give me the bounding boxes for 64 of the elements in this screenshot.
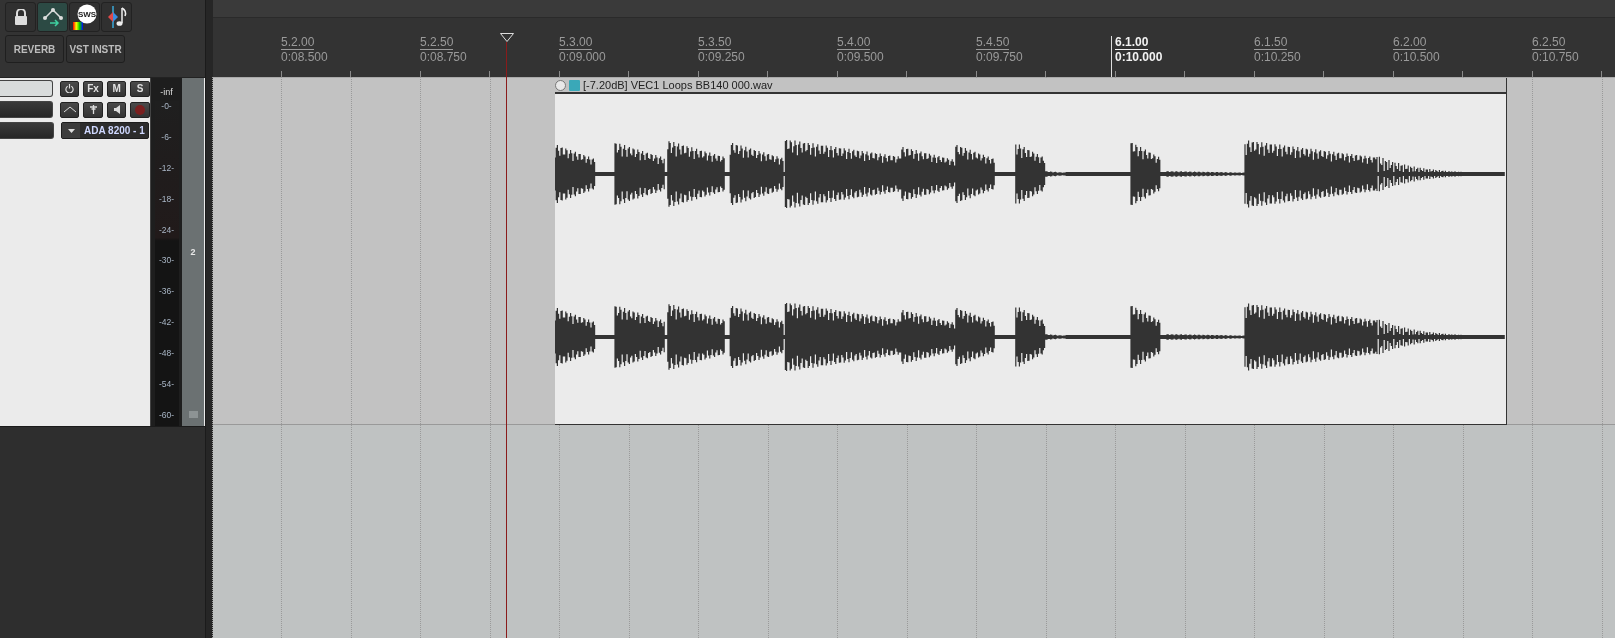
toolbar-button[interactable]: SWS <box>69 2 100 32</box>
meter-tick-label: -60- <box>158 409 175 420</box>
track-button[interactable]: Fx <box>83 80 103 97</box>
track-number: 2 <box>190 247 196 257</box>
meter-tick-label: -0- <box>161 101 172 111</box>
item-title: [-7.20dB] VEC1 Loops BB140 000.wav <box>583 79 773 91</box>
toolbar-button[interactable]: REVERB <box>5 35 64 63</box>
toolbar-button[interactable] <box>101 2 132 32</box>
time-label: 0:09.000 <box>559 50 606 64</box>
info-icon <box>569 79 580 91</box>
meter-tick-label: -42- <box>158 317 175 328</box>
monitor-button[interactable] <box>106 101 127 118</box>
toolbar-button[interactable] <box>37 2 68 32</box>
dropdown-icon <box>67 128 75 133</box>
record-arm-button[interactable] <box>130 101 150 118</box>
time-label: 0:09.750 <box>976 50 1023 64</box>
bar-label: 6.2.00 <box>1393 36 1427 50</box>
routing-button[interactable] <box>83 101 103 118</box>
splitter-handle[interactable] <box>205 0 213 638</box>
meter-peak-readout: -inf <box>160 87 173 99</box>
bar-label: 6.1.00 <box>1115 36 1149 50</box>
meter-tick-label: -48- <box>158 348 175 359</box>
knob-icon <box>555 79 566 91</box>
bar-label: 5.4.00 <box>837 36 871 50</box>
track-name-field[interactable] <box>0 80 53 97</box>
time-label: 0:08.500 <box>281 50 328 64</box>
time-label: 0:10.750 <box>1532 50 1579 64</box>
nodes-arrow-icon <box>41 6 64 28</box>
timeline-ruler[interactable]: 5.2.00 0:08.500 5.2.50 0:08.750 5.3.00 0:09.000 5.3.50 0:09.250 5.4.00 0:09.500 5.4.50 0:09.750 6.1.00 0:10.000 6.1.50 0:10.250 6.2.00 0:10.500 6.2.50 0:10.750 <box>213 18 1615 77</box>
time-label: 0:10.250 <box>1254 50 1301 64</box>
time-label: 0:10.000 <box>1115 50 1163 64</box>
track-button[interactable]: M <box>106 80 127 97</box>
plug-icon <box>89 105 97 114</box>
playhead-marker-icon[interactable] <box>500 33 514 42</box>
time-label: 0:09.500 <box>837 50 884 64</box>
time-label: 0:08.750 <box>420 50 467 64</box>
time-label: 0:10.500 <box>1393 50 1440 64</box>
meter-tick-label: -18- <box>158 193 175 204</box>
bar-label: 5.3.50 <box>698 36 732 50</box>
meter-tick-label: -36- <box>158 286 175 297</box>
bar-label: 5.3.00 <box>559 36 593 50</box>
toolbar-button[interactable] <box>5 2 36 32</box>
envelope-button[interactable] <box>59 101 80 118</box>
meter-tick-label: -30- <box>158 255 175 266</box>
bar-label: 6.1.50 <box>1254 36 1288 50</box>
lock-icon <box>13 9 28 25</box>
track-number-strip[interactable]: 2 <box>182 78 204 426</box>
power-button[interactable] <box>59 80 80 97</box>
bar-label: 5.2.50 <box>420 36 454 50</box>
meter-tick-label: -54- <box>158 379 175 389</box>
folder-icon <box>188 411 198 418</box>
input-selector[interactable]: ADA 8200 - 1 <box>61 122 149 139</box>
bar-label: 5.4.50 <box>976 36 1010 50</box>
toolbar-button[interactable]: VST INSTR <box>66 35 125 63</box>
power-icon <box>65 84 74 93</box>
meter-tick-label: -24- <box>158 224 175 235</box>
meter-tick-label: -12- <box>158 162 175 173</box>
envelope-icon <box>63 106 76 113</box>
track-button[interactable]: S <box>130 80 150 97</box>
speaker-icon <box>113 105 120 114</box>
bar-label: 6.2.50 <box>1532 36 1566 50</box>
meter-tick-label: -6- <box>161 131 172 142</box>
time-label: 0:09.250 <box>698 50 745 64</box>
bar-label: 5.2.00 <box>281 36 315 50</box>
